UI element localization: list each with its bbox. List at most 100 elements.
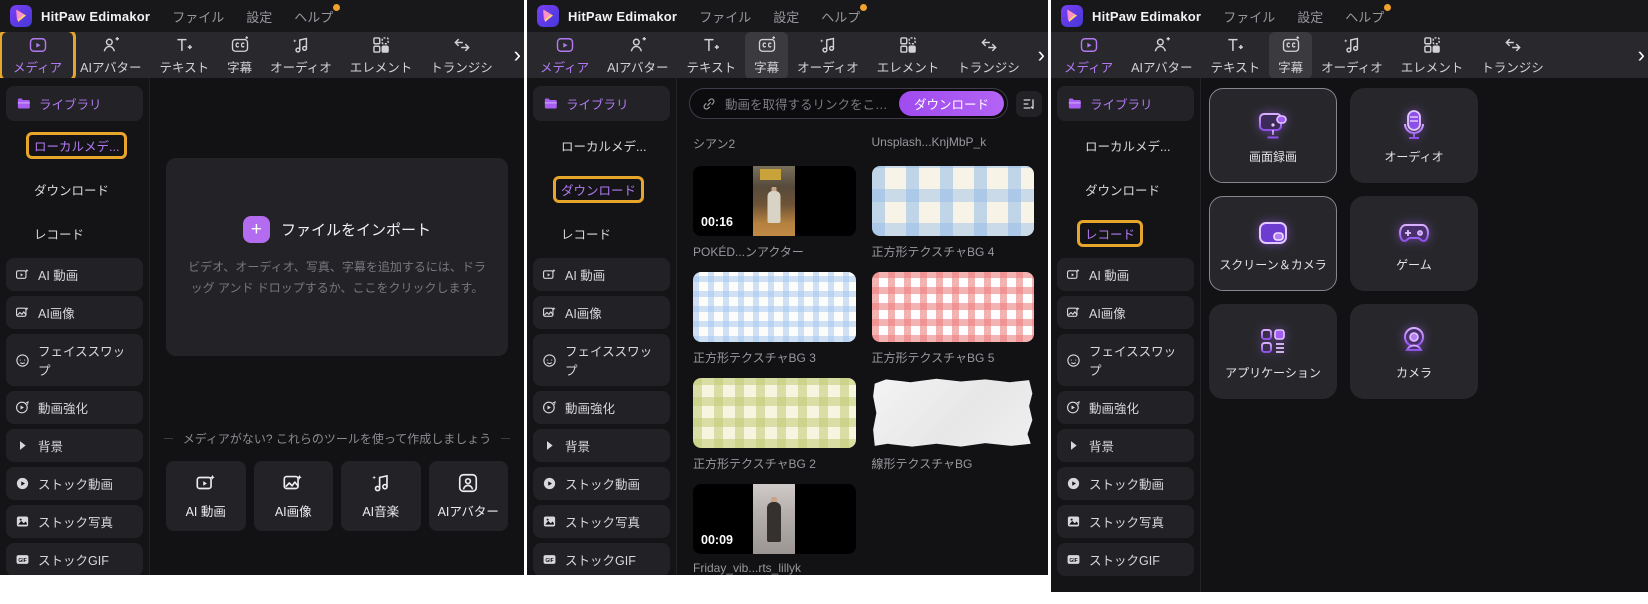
menu-settings[interactable]: 設定 [773,7,799,26]
sidebar-item-download[interactable]: ダウンロード [6,170,143,209]
tab-audio[interactable]: オーディオ [788,32,868,78]
sidebar-item-record[interactable]: レコード [6,214,143,253]
sidebar-item-ai-video[interactable]: AI 動画 [1057,258,1194,291]
texture-thumbnail[interactable] [693,272,856,342]
transition-icon [453,38,470,51]
download-queue-button[interactable] [1016,90,1042,117]
sidebar-item-stock-video[interactable]: ストック動画 [533,467,670,500]
sidebar-item-local-media[interactable]: ローカルメデ... [6,126,143,165]
sidebar-item-stock-photo[interactable]: ストック写真 [6,505,143,538]
sidebar-item-ai-image[interactable]: AI画像 [1057,296,1194,329]
texture-thumbnail[interactable] [871,272,1034,342]
record-option-camera[interactable]: カメラ [1350,304,1478,399]
sidebar-item-face-swap[interactable]: フェイススワップ [533,334,670,386]
menu-settings[interactable]: 設定 [1297,7,1323,26]
plus-icon[interactable]: + [242,216,270,244]
card-ai-avatar[interactable]: AIアバター [428,461,508,531]
import-dropzone[interactable]: + ファイルをインポート ビデオ、オーディオ、写真、字幕を追加するには、ドラッグ… [166,158,508,356]
subtitle-icon [231,35,248,52]
video-thumbnail[interactable]: 00:09 [693,484,856,554]
card-ai-music[interactable]: AI音楽 [341,461,421,531]
text-icon [704,38,720,51]
sidebar-item-ai-video[interactable]: AI 動画 [533,258,670,291]
tab-text[interactable]: テキスト [1201,32,1269,78]
record-option-application[interactable]: アプリケーション [1209,304,1337,399]
sidebar-item-stock-gif[interactable]: GIF ストックGIF [533,543,670,575]
tab-elements[interactable]: エレメント [341,32,422,78]
card-ai-video[interactable]: AI 動画 [166,461,246,531]
menu-file[interactable]: ファイル [1223,7,1275,26]
creation-tool-cards: AI 動画 AI画像 AI音楽 AIアバター [166,461,508,531]
sidebar-item-stock-photo[interactable]: ストック写真 [1057,505,1194,538]
sidebar-item-background[interactable]: 背景 [533,429,670,462]
texture-thumbnail[interactable] [871,166,1034,236]
tab-media[interactable]: メディア [531,32,598,78]
sidebar-item-local-media[interactable]: ローカルメデ... [533,126,670,165]
sidebar-item-library[interactable]: ライブラリ [1057,86,1194,121]
menu-help[interactable]: ヘルプ [821,3,868,26]
sidebar-item-library[interactable]: ライブラリ [6,86,143,121]
tab-text[interactable]: テキスト [150,32,218,78]
tab-elements[interactable]: エレメント [1392,32,1473,78]
sidebar-item-video-enhance[interactable]: 動画強化 [6,391,143,424]
tab-audio[interactable]: オーディオ [261,32,341,78]
sidebar-item-download[interactable]: ダウンロード [1057,170,1194,209]
sidebar-item-video-enhance[interactable]: 動画強化 [533,391,670,424]
sidebar-item-library[interactable]: ライブラリ [533,86,670,121]
menu-file[interactable]: ファイル [172,7,224,26]
video-thumbnail[interactable]: 00:16 [693,166,856,236]
tab-media[interactable]: メディア [1055,32,1122,78]
tab-ai-avatar[interactable]: AIアバター [1122,32,1201,78]
tab-subtitle[interactable]: 字幕 [745,32,789,78]
tab-media[interactable]: メディア [0,32,77,78]
menu-help[interactable]: ヘルプ [1345,3,1392,26]
tab-ai-avatar[interactable]: AIアバター [598,32,677,78]
record-option-screen-camera[interactable]: スクリーン＆カメラ [1209,196,1337,291]
texture-thumbnail[interactable] [693,378,856,448]
tab-transition[interactable]: トランジシ [421,32,502,78]
stock-video-icon [1067,477,1080,490]
tab-transition[interactable]: トランジシ [1472,32,1553,78]
record-option-audio[interactable]: オーディオ [1350,88,1478,183]
tab-transition[interactable]: トランジシ [948,32,1029,78]
download-item: 正方形テクスチャBG 5 [871,272,1034,366]
sidebar-item-stock-video[interactable]: ストック動画 [1057,467,1194,500]
sidebar-item-background[interactable]: 背景 [1057,429,1194,462]
sidebar-item-face-swap[interactable]: フェイススワップ [6,334,143,386]
duration-badge: 00:09 [701,533,733,547]
sidebar-item-stock-gif[interactable]: GIF ストックGIF [6,543,143,575]
sidebar-item-ai-video[interactable]: AI 動画 [6,258,143,291]
sidebar-item-stock-photo[interactable]: ストック写真 [533,505,670,538]
tab-subtitle[interactable]: 字幕 [1269,32,1313,78]
item-label: POKÉD...ンアクター [693,245,804,259]
sidebar-item-record[interactable]: レコード [1057,214,1194,253]
tabs-overflow-chevron[interactable]: › [507,36,523,74]
sidebar-item-video-enhance[interactable]: 動画強化 [1057,391,1194,424]
sidebar-item-background[interactable]: 背景 [6,429,143,462]
menu-help[interactable]: ヘルプ [294,3,341,26]
menu-settings[interactable]: 設定 [246,7,272,26]
menu-file[interactable]: ファイル [699,7,751,26]
sidebar-item-ai-image[interactable]: AI画像 [533,296,670,329]
card-ai-image[interactable]: AI画像 [253,461,333,531]
tab-audio[interactable]: オーディオ [1312,32,1392,78]
tab-subtitle[interactable]: 字幕 [218,32,261,78]
sidebar-item-stock-video[interactable]: ストック動画 [6,467,143,500]
record-option-game[interactable]: ゲーム [1350,196,1478,291]
texture-thumbnail[interactable] [873,378,1033,447]
sidebar-item-record[interactable]: レコード [533,214,670,253]
sidebar-item-ai-image[interactable]: AI画像 [6,296,143,329]
sidebar-item-local-media[interactable]: ローカルメデ... [1057,126,1194,165]
tab-ai-avatar[interactable]: AIアバター [71,32,150,78]
download-button[interactable]: ダウンロード [898,91,1004,116]
sidebar-item-download[interactable]: ダウンロード [533,170,670,209]
tabs-overflow-chevron[interactable]: › [1631,36,1647,74]
window-record: HitPaw Edimakor ファイル 設定 ヘルプ メディア AIアバター … [1051,0,1648,592]
sidebar-item-stock-gif[interactable]: GIF ストックGIF [1057,543,1194,576]
tab-text[interactable]: テキスト [677,32,745,78]
url-input[interactable]: 動画を取得するリンクをここ... ダウンロード [689,88,1008,119]
sidebar-item-face-swap[interactable]: フェイススワップ [1057,334,1194,386]
tabs-overflow-chevron[interactable]: › [1031,36,1047,74]
record-option-screen[interactable]: 画面録画 [1209,88,1337,183]
tab-elements[interactable]: エレメント [868,32,949,78]
